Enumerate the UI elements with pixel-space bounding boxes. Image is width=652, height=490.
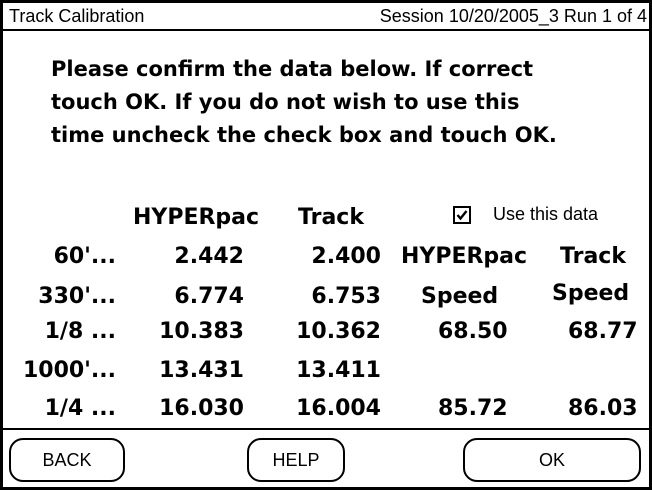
row-label-eighth-mile: 1/8 ... bbox=[44, 319, 116, 344]
instructions-text: Please confirm the data below. If correc… bbox=[51, 57, 557, 147]
track-et-60ft: 2.400 bbox=[311, 244, 381, 269]
back-button-label: BACK bbox=[42, 449, 92, 470]
track-et-1000ft: 13.411 bbox=[296, 358, 381, 383]
window-title: Track Calibration bbox=[9, 6, 145, 26]
row-label-1000ft: 1000'... bbox=[22, 358, 116, 383]
hyperpac-speed-eighth-mile: 68.50 bbox=[438, 319, 508, 344]
track-calibration-screen: Track Calibration Session 10/20/2005_3 R… bbox=[0, 0, 652, 490]
use-data-label: Use this data bbox=[493, 204, 599, 224]
hyperpac-speed-subheader: Speed bbox=[421, 284, 499, 309]
hyperpac-et-eighth-mile: 10.383 bbox=[159, 319, 244, 344]
hyperpac-speed-quarter-mile: 85.72 bbox=[438, 396, 508, 421]
hyperpac-column-header: HYPERpac bbox=[133, 205, 260, 230]
track-speed-quarter-mile: 86.03 bbox=[568, 396, 638, 421]
track-et-quarter-mile: 16.004 bbox=[296, 396, 381, 421]
hyperpac-et-60ft: 2.442 bbox=[174, 244, 244, 269]
track-speed-eighth-mile: 68.77 bbox=[568, 319, 638, 344]
use-data-checkbox[interactable] bbox=[453, 206, 471, 224]
help-button[interactable]: HELP bbox=[247, 438, 345, 482]
row-label-330ft: 330'... bbox=[38, 284, 116, 309]
back-button[interactable]: BACK bbox=[9, 438, 125, 482]
hyperpac-et-330ft: 6.774 bbox=[174, 284, 244, 309]
track-speed-subheader: Speed bbox=[552, 281, 630, 306]
hyperpac-speed-header: HYPERpac bbox=[401, 244, 528, 269]
row-label-60ft: 60'... bbox=[53, 244, 116, 269]
title-bar: Track Calibration Session 10/20/2005_3 R… bbox=[3, 3, 649, 31]
row-label-quarter-mile: 1/4 ... bbox=[44, 396, 116, 421]
ok-button[interactable]: OK bbox=[463, 438, 641, 482]
button-bar: BACK HELP OK bbox=[3, 428, 649, 487]
help-button-label: HELP bbox=[272, 449, 320, 470]
track-et-eighth-mile: 10.362 bbox=[296, 319, 381, 344]
checkmark-icon bbox=[456, 210, 468, 221]
ok-button-label: OK bbox=[538, 449, 565, 470]
hyperpac-et-1000ft: 13.431 bbox=[159, 358, 244, 383]
track-et-330ft: 6.753 bbox=[311, 284, 381, 309]
hyperpac-et-quarter-mile: 16.030 bbox=[159, 396, 244, 421]
track-column-header: Track bbox=[298, 205, 364, 230]
session-info: Session 10/20/2005_3 Run 1 of 4 bbox=[379, 6, 647, 26]
track-speed-header: Track bbox=[560, 244, 626, 269]
